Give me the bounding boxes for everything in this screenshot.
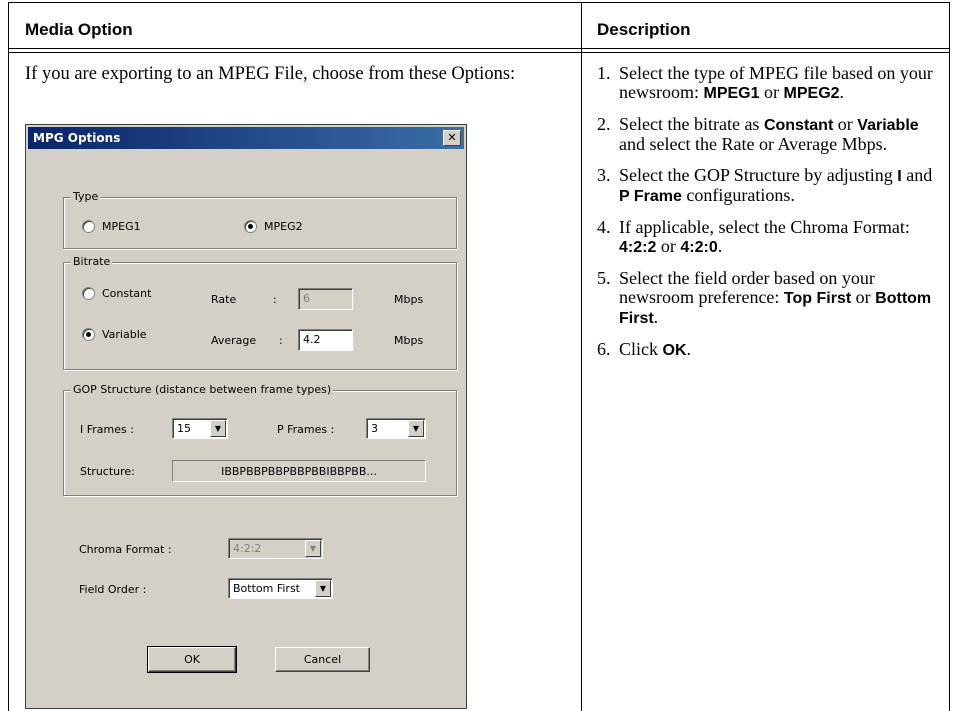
table-left-border	[8, 2, 9, 711]
bitrate-group-label: Bitrate	[71, 255, 113, 268]
p-frames-select[interactable]: 3 ▼	[366, 418, 426, 439]
type-group-label: Type	[71, 190, 101, 203]
type-group: Type MPEG1 MPEG2	[63, 190, 457, 249]
step-text: Select the type of MPEG file based on yo…	[619, 63, 933, 103]
radio-variable[interactable]: Variable	[82, 328, 147, 341]
average-label: Average	[211, 334, 257, 347]
radio-mpeg1-dot	[82, 220, 95, 233]
step-text: If applicable, select the Chroma Format:…	[619, 217, 910, 257]
rate-label: Rate	[211, 293, 237, 306]
chevron-down-icon[interactable]: ▼	[305, 540, 321, 557]
header-description: Description	[597, 20, 691, 39]
chevron-down-icon[interactable]: ▼	[315, 580, 331, 597]
dialog-title: MPG Options	[33, 131, 121, 145]
radio-variable-label: Variable	[102, 328, 147, 341]
radio-variable-dot	[82, 328, 95, 341]
step-text: Click OK.	[619, 339, 691, 360]
i-frames-label: I Frames :	[80, 423, 134, 436]
average-unit: Mbps	[394, 334, 424, 347]
step-text: Select the GOP Structure by adjusting I …	[619, 165, 933, 206]
chroma-format-value: 4:2:2	[233, 542, 262, 555]
step-number: 1.	[597, 63, 611, 83]
mpg-options-dialog: MPG Options ✕ Type MPEG1 MPEG2 Bitrate C…	[25, 124, 467, 709]
media-option-table: Media Option Description If you are expo…	[0, 0, 957, 711]
chroma-format-select[interactable]: 4:2:2 ▼	[228, 538, 323, 559]
step-2: 2. Select the bitrate as Constant or Vari…	[597, 115, 942, 154]
step-5: 5. Select the field order based on your n…	[597, 269, 942, 328]
radio-mpeg1-label: MPEG1	[102, 220, 141, 233]
dialog-titlebar: MPG Options ✕	[28, 127, 464, 149]
description-steps: 1. Select the type of MPEG file based on …	[597, 64, 942, 372]
radio-constant-label: Constant	[102, 287, 152, 300]
table-header-rule-1	[8, 48, 950, 49]
table-right-border	[949, 2, 950, 711]
chroma-format-label: Chroma Format :	[79, 543, 172, 556]
radio-constant-dot	[82, 287, 95, 300]
radio-constant[interactable]: Constant	[82, 287, 151, 300]
field-order-value: Bottom First	[233, 582, 300, 595]
average-input[interactable]: 4.2	[298, 329, 353, 351]
step-number: 3.	[597, 165, 611, 185]
step-number: 4.	[597, 217, 611, 237]
step-6: 6. Click OK.	[597, 340, 942, 360]
bitrate-group: Bitrate Constant Rate : 6 Mbps Variable …	[63, 255, 457, 370]
table-header-rule-2	[8, 52, 950, 53]
i-frames-value: 15	[177, 422, 191, 435]
step-number: 5.	[597, 268, 611, 288]
rate-unit: Mbps	[394, 293, 424, 306]
table-top-rule	[8, 2, 950, 3]
p-frames-value: 3	[371, 422, 378, 435]
step-text: Select the bitrate as Constant or Variab…	[619, 114, 919, 154]
radio-mpeg2[interactable]: MPEG2	[244, 220, 303, 233]
structure-display: IBBPBBPBBPBBPBBIBBPBB...	[172, 460, 426, 482]
gop-structure-group: GOP Structure (distance between frame ty…	[63, 383, 457, 496]
radio-mpeg2-label: MPEG2	[264, 220, 303, 233]
i-frames-select[interactable]: 15 ▼	[172, 418, 228, 439]
p-frames-label: P Frames :	[277, 423, 335, 436]
chevron-down-icon[interactable]: ▼	[408, 420, 424, 437]
rate-input[interactable]: 6	[298, 288, 353, 310]
step-3: 3. Select the GOP Structure by adjusting …	[597, 166, 942, 206]
radio-mpeg2-dot	[244, 220, 257, 233]
close-icon[interactable]: ✕	[443, 130, 461, 146]
average-colon: :	[279, 334, 283, 347]
step-number: 2.	[597, 114, 611, 134]
step-text: Select the field order based on your new…	[619, 268, 932, 328]
intro-text: If you are exporting to an MPEG File, ch…	[25, 64, 516, 84]
gop-group-label: GOP Structure (distance between frame ty…	[71, 383, 334, 396]
step-1: 1. Select the type of MPEG file based on …	[597, 64, 942, 103]
field-order-label: Field Order :	[79, 583, 147, 596]
cancel-button[interactable]: Cancel	[275, 647, 370, 672]
header-media-option: Media Option	[25, 20, 133, 39]
radio-mpeg1[interactable]: MPEG1	[82, 220, 141, 233]
step-4: 4. If applicable, select the Chroma Forma…	[597, 218, 942, 257]
chevron-down-icon[interactable]: ▼	[210, 420, 226, 437]
field-order-select[interactable]: Bottom First ▼	[228, 578, 333, 599]
structure-label: Structure:	[80, 465, 135, 478]
ok-button[interactable]: OK	[147, 646, 237, 673]
step-number: 6.	[597, 339, 611, 359]
table-column-divider	[581, 2, 582, 711]
rate-colon: :	[273, 293, 277, 306]
